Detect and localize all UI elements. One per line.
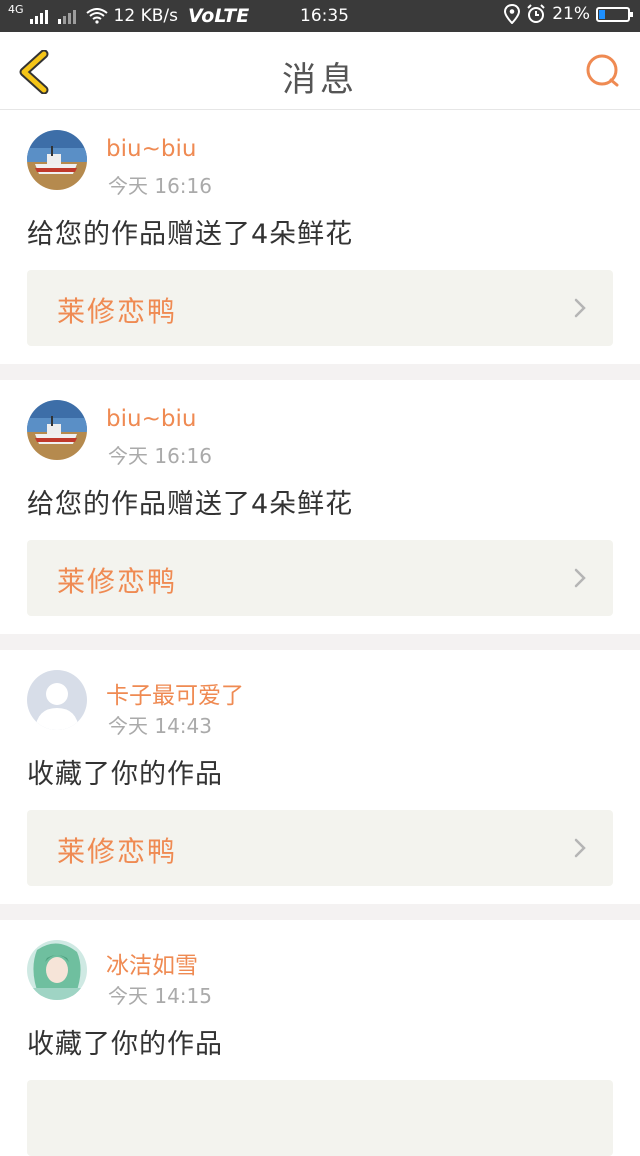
username[interactable]: 卡子最可爱了	[106, 676, 244, 710]
search-button[interactable]	[584, 52, 624, 92]
alarm-icon	[527, 4, 545, 23]
search-icon	[586, 54, 619, 87]
chevron-right-icon	[574, 298, 586, 318]
notification-message: 给您的作品赠送了4朵鲜花	[27, 489, 354, 520]
boat-avatar-icon	[27, 400, 87, 460]
work-title: 莱修恋鸭	[57, 295, 178, 328]
chevron-right-icon	[574, 838, 586, 858]
notification-card: 卡子最可爱了 今天 14:43 收藏了你的作品 莱修恋鸭	[0, 650, 640, 904]
status-right: 21%	[504, 4, 633, 24]
avatar[interactable]	[27, 670, 87, 730]
timestamp: 今天 14:15	[108, 984, 212, 1008]
work-link[interactable]	[27, 1080, 613, 1156]
work-link[interactable]: 莱修恋鸭	[27, 540, 613, 616]
notification-card: biu~biu 今天 16:16 给您的作品赠送了4朵鲜花 莱修恋鸭	[0, 110, 640, 364]
signal-icon	[29, 8, 48, 24]
notification-card: biu~biu 今天 16:16 给您的作品赠送了4朵鲜花 莱修恋鸭	[0, 380, 640, 634]
work-link[interactable]: 莱修恋鸭	[27, 270, 613, 346]
status-bar: 4G 12 KB/s VoLTE 16:35 21%	[0, 0, 640, 32]
notification-message: 收藏了你的作品	[27, 759, 223, 790]
location-icon	[504, 4, 521, 24]
avatar[interactable]	[27, 400, 87, 460]
network-speed: 12 KB/s	[113, 6, 178, 26]
notification-message: 收藏了你的作品	[27, 1029, 223, 1060]
avatar[interactable]	[27, 130, 87, 190]
timestamp: 今天 16:16	[108, 174, 212, 198]
notification-list: biu~biu 今天 16:16 给您的作品赠送了4朵鲜花 莱修恋鸭 biu~b…	[0, 110, 640, 1156]
divider	[0, 634, 640, 650]
battery-icon	[596, 6, 633, 22]
divider	[0, 904, 640, 920]
network-type: 4G	[8, 3, 24, 16]
default-person-icon	[27, 670, 87, 730]
notification-message: 给您的作品赠送了4朵鲜花	[27, 219, 354, 250]
app-header: 消息	[0, 32, 640, 110]
work-title: 莱修恋鸭	[57, 565, 178, 598]
username[interactable]: biu~biu	[106, 136, 196, 162]
clock: 16:35	[300, 6, 349, 26]
wifi-icon	[85, 8, 108, 24]
divider	[0, 364, 640, 380]
notification-header: biu~biu 今天 16:16	[0, 110, 640, 200]
chevron-right-icon	[574, 568, 586, 588]
username[interactable]: 冰洁如雪	[106, 946, 198, 980]
battery-percent: 21%	[552, 4, 590, 24]
timestamp: 今天 16:16	[108, 444, 212, 468]
notification-header: 卡子最可爱了 今天 14:43	[0, 650, 640, 740]
notification-header: biu~biu 今天 16:16	[0, 380, 640, 470]
work-title: 莱修恋鸭	[57, 835, 178, 868]
timestamp: 今天 14:43	[108, 714, 212, 738]
notification-card: 冰洁如雪 今天 14:15 收藏了你的作品	[0, 920, 640, 1156]
boat-avatar-icon	[27, 130, 87, 190]
avatar[interactable]	[27, 940, 87, 1000]
username[interactable]: biu~biu	[106, 406, 196, 432]
notification-header: 冰洁如雪 今天 14:15	[0, 920, 640, 1010]
status-left: 4G 12 KB/s VoLTE	[8, 3, 250, 27]
volte-label: VoLTE	[187, 5, 250, 27]
signal-icon-2	[57, 8, 76, 24]
battery-fill	[599, 9, 606, 19]
page-title: 消息	[282, 60, 358, 100]
work-link[interactable]: 莱修恋鸭	[27, 810, 613, 886]
anime-avatar-icon	[27, 940, 87, 1000]
